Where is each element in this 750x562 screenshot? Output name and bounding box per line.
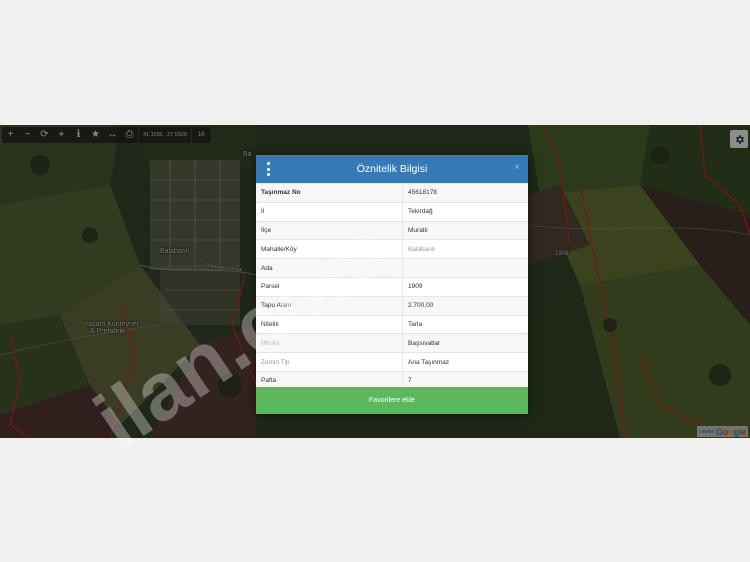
attribute-table: Taşınmaz No 45618178 İl Tekirdağ İlçe Muratlı… — [256, 183, 528, 390]
attribute-key: Nitelik — [256, 314, 403, 334]
attribute-key: Tapu Alanı — [256, 295, 403, 316]
table-row: Ada — [256, 258, 528, 278]
attribute-value — [402, 258, 528, 278]
table-row: Parsel 1909 — [256, 276, 528, 297]
attribute-value: Ana Taşınmaz — [402, 352, 528, 372]
attribute-value: 1909 — [402, 276, 528, 297]
attribute-key: Parsel — [256, 276, 403, 297]
attribute-key: Zemin Tip — [256, 352, 403, 372]
table-row: Taşınmaz No 45618178 — [256, 183, 528, 203]
modal-title: Öznitelik Bilgisi — [356, 163, 428, 175]
table-row: İlçe Muratlı — [256, 220, 528, 240]
attribute-key: Mahalle/Köy — [256, 239, 403, 259]
attribute-value: 45618178 — [402, 183, 528, 203]
add-to-favorites-button[interactable]: Favorilere ekle — [256, 387, 528, 414]
modal-header: Öznitelik Bilgisi × — [256, 155, 528, 183]
close-icon[interactable]: × — [514, 162, 520, 173]
attribute-value: 2.700,00 — [402, 295, 528, 316]
table-row: Nitelik Tarla — [256, 314, 528, 334]
attribute-value: Tarla — [402, 314, 528, 334]
table-row: Mevkii Başsıvatlar — [256, 333, 528, 353]
attribute-modal: Öznitelik Bilgisi × Taşınmaz No 45618178 İ… — [256, 155, 528, 414]
table-row: Tapu Alanı 2.700,00 — [256, 295, 528, 316]
attribute-key: İlçe — [256, 220, 403, 240]
table-row: Zemin Tip Ana Taşınmaz — [256, 352, 528, 372]
table-row: Mahalle/Köy Balabanlı — [256, 239, 528, 259]
attribute-value: Muratlı — [402, 220, 528, 240]
attribute-value: Balabanlı — [402, 239, 528, 259]
attribute-key: Ada — [256, 258, 403, 278]
attribute-value: Tekirdağ — [402, 201, 528, 222]
table-row: İl Tekirdağ — [256, 201, 528, 222]
attribute-key: Taşınmaz No — [256, 183, 403, 203]
attribute-key: Mevkii — [256, 333, 403, 353]
attribute-value: Başsıvatlar — [402, 333, 528, 353]
attribute-key: İl — [256, 201, 403, 222]
